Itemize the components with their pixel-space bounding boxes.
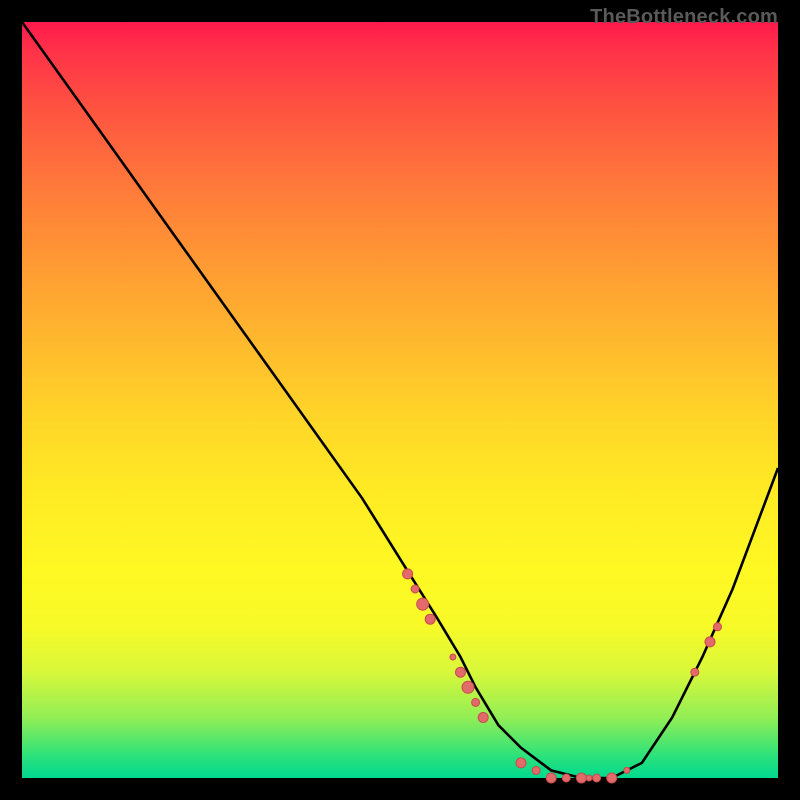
curve-point (714, 623, 722, 631)
curve-point (593, 774, 601, 782)
curve-points (403, 569, 722, 783)
curve-point (417, 598, 429, 610)
curve-point (607, 773, 617, 783)
curve-point (403, 569, 413, 579)
curve-point (450, 654, 456, 660)
curve-point (462, 681, 474, 693)
chart-svg (22, 22, 778, 778)
curve-point (562, 774, 570, 782)
curve-point (472, 698, 480, 706)
curve-point (478, 713, 488, 723)
curve-point (546, 773, 556, 783)
curve-point (624, 767, 630, 773)
watermark-text: TheBottleneck.com (590, 6, 778, 29)
curve-point (411, 585, 419, 593)
curve-point (576, 773, 586, 783)
curve-point (586, 775, 592, 781)
curve-point (516, 758, 526, 768)
curve-point (705, 637, 715, 647)
curve-point (456, 667, 466, 677)
bottleneck-curve (22, 22, 778, 778)
chart-area (22, 22, 778, 778)
curve-point (532, 766, 540, 774)
curve-point (691, 668, 699, 676)
curve-point (425, 614, 435, 624)
